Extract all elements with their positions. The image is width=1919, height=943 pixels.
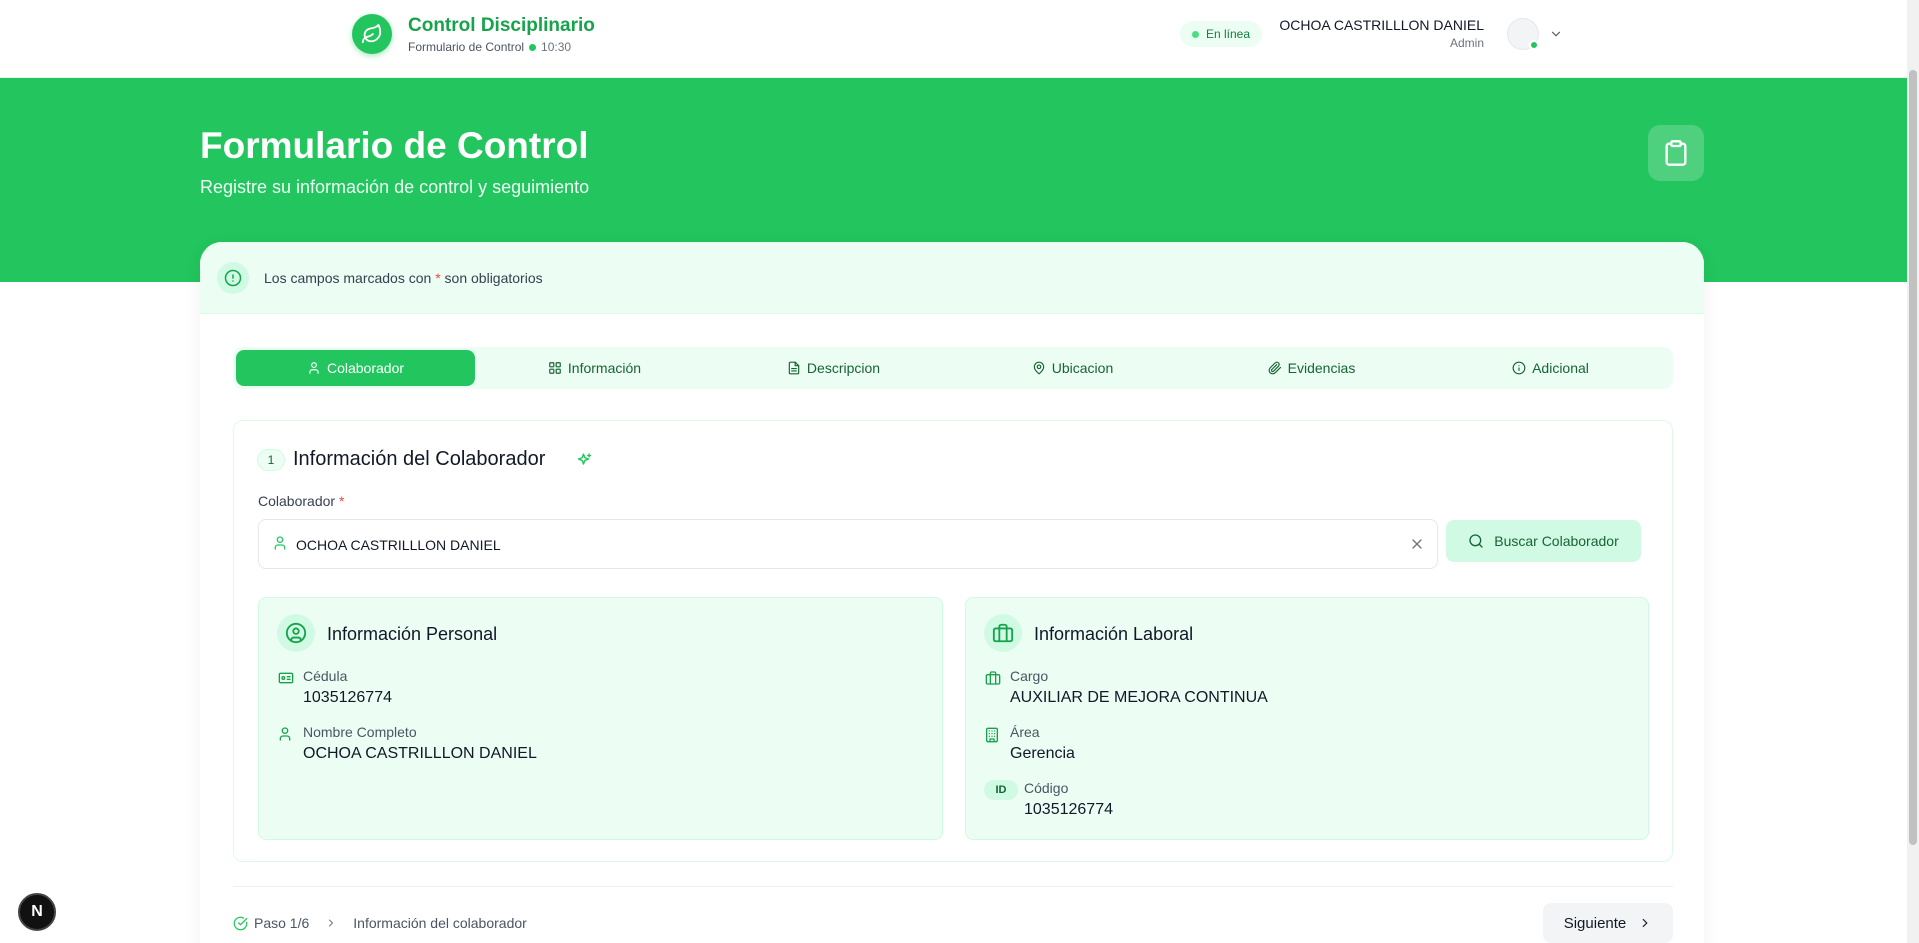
colaborador-label-text: Colaborador (258, 493, 336, 509)
alert-circle-icon (217, 262, 249, 294)
grid-icon (549, 362, 561, 374)
colaborador-input[interactable] (296, 537, 1396, 553)
laboral-info-box: Información Laboral Cargo AUXILIAR DE ME… (965, 597, 1649, 840)
cedula-value: 1035126774 (303, 689, 392, 706)
paperclip-icon (1268, 361, 1281, 375)
area-value: Gerencia (1010, 745, 1075, 762)
form-card: Los campos marcados con * son obligatori… (200, 242, 1704, 943)
laboral-info-title: Información Laboral (1034, 624, 1194, 644)
online-dot (1192, 30, 1199, 38)
id-badge: ID (984, 780, 1018, 800)
nombre-value: OCHOA CASTRILLLON DANIEL (303, 745, 537, 762)
step-indicator: Paso 1/6 Información del colaborador (233, 915, 527, 931)
user-name[interactable]: OCHOA CASTRILLLON DANIEL (1279, 17, 1484, 33)
user-circle-icon (277, 614, 315, 652)
brand-subtitle: Formulario de Control 10:30 (408, 40, 571, 54)
personal-info-box: Información Personal Cédula 1035126774 N… (258, 597, 943, 840)
brand-subtitle-text: Formulario de Control (408, 40, 525, 54)
notice-text-after: son obligatorios (444, 270, 543, 286)
tab-label: Ubicacion (1051, 360, 1114, 376)
footer-divider (233, 886, 1673, 887)
building-icon (986, 727, 998, 743)
brand-title: Control Disciplinario (408, 15, 595, 36)
status-dot (529, 43, 537, 51)
top-bar: Control Disciplinario Formulario de Cont… (0, 0, 1907, 78)
leaf-logo-icon (352, 14, 392, 54)
clock-time: 10:30 (541, 40, 572, 54)
tab-label: Colaborador (326, 360, 405, 376)
page-scrollbar[interactable] (1907, 0, 1919, 943)
search-button-label: Buscar Colaborador (1494, 533, 1619, 549)
user-role: Admin (1449, 36, 1484, 50)
notice-text: Los campos marcados con * son obligatori… (264, 270, 543, 286)
colaborador-field[interactable] (258, 519, 1438, 569)
required-notice: Los campos marcados con * son obligatori… (200, 242, 1704, 314)
nombre-label: Nombre Completo (303, 724, 417, 740)
next-button-label: Siguiente (1563, 914, 1627, 932)
check-circle-icon (233, 916, 248, 930)
notice-text-before: Los campos marcados con (264, 270, 432, 286)
briefcase-icon (984, 614, 1022, 652)
user-icon (279, 727, 291, 741)
step-tabs: Colaborador Información Descripcion Ubic… (233, 347, 1673, 389)
info-icon (1512, 361, 1526, 375)
cargo-label: Cargo (1010, 668, 1049, 684)
id-card-icon (278, 672, 294, 684)
chevron-right-icon (1642, 918, 1648, 928)
avatar[interactable] (1507, 18, 1539, 50)
user-icon (274, 536, 286, 550)
user-icon (309, 362, 319, 374)
chevron-right-icon (329, 919, 334, 927)
search-icon (1469, 534, 1483, 548)
step-number-badge: 1 (257, 449, 285, 471)
cargo-value: AUXILIAR DE MEJORA CONTINUA (1010, 689, 1268, 706)
tab-label: Adicional (1532, 360, 1589, 376)
page-subtitle: Registre su información de control y seg… (200, 177, 590, 197)
colaborador-section: 1 Información del Colaborador Colaborado… (233, 420, 1673, 862)
tab-informacion[interactable]: Información (475, 350, 714, 386)
clipboard-icon (1648, 125, 1704, 181)
tab-label: Evidencias (1287, 360, 1356, 376)
personal-info-title: Información Personal (327, 624, 498, 644)
tab-descripcion[interactable]: Descripcion (714, 350, 953, 386)
section-title: Información del Colaborador (293, 448, 546, 470)
codigo-value: 1035126774 (1024, 801, 1113, 818)
required-asterisk: * (435, 270, 441, 286)
codigo-label: Código (1024, 780, 1069, 796)
tab-ubicacion[interactable]: Ubicacion (953, 350, 1192, 386)
search-colaborador-button[interactable]: Buscar Colaborador (1446, 520, 1641, 562)
chevron-down-icon[interactable] (1549, 27, 1563, 41)
required-asterisk: * (338, 493, 345, 509)
online-status-text: En línea (1206, 27, 1251, 41)
tab-label: Información (567, 360, 642, 376)
online-status-badge: En línea (1180, 21, 1263, 47)
tab-adicional[interactable]: Adicional (1431, 350, 1670, 386)
step-count: Paso 1/6 (254, 915, 310, 931)
cedula-label: Cédula (303, 668, 348, 684)
tab-label: Descripcion (806, 360, 881, 376)
scrollbar-thumb[interactable] (1909, 70, 1917, 845)
page-title: Formulario de Control (200, 125, 589, 166)
tab-colaborador[interactable]: Colaborador (236, 350, 475, 386)
close-icon[interactable] (1409, 536, 1425, 552)
area-label: Área (1010, 724, 1040, 740)
colaborador-label: Colaborador * (258, 493, 344, 509)
tab-evidencias[interactable]: Evidencias (1192, 350, 1431, 386)
dev-tools-button[interactable]: N (18, 893, 56, 931)
document-icon (788, 361, 800, 375)
next-button[interactable]: Siguiente (1543, 903, 1673, 943)
map-pin-icon (1033, 361, 1045, 375)
briefcase-icon (985, 671, 1001, 685)
step-name: Información del colaborador (353, 915, 527, 931)
avatar-status-dot (1529, 40, 1539, 50)
sparkle-icon (577, 453, 592, 465)
